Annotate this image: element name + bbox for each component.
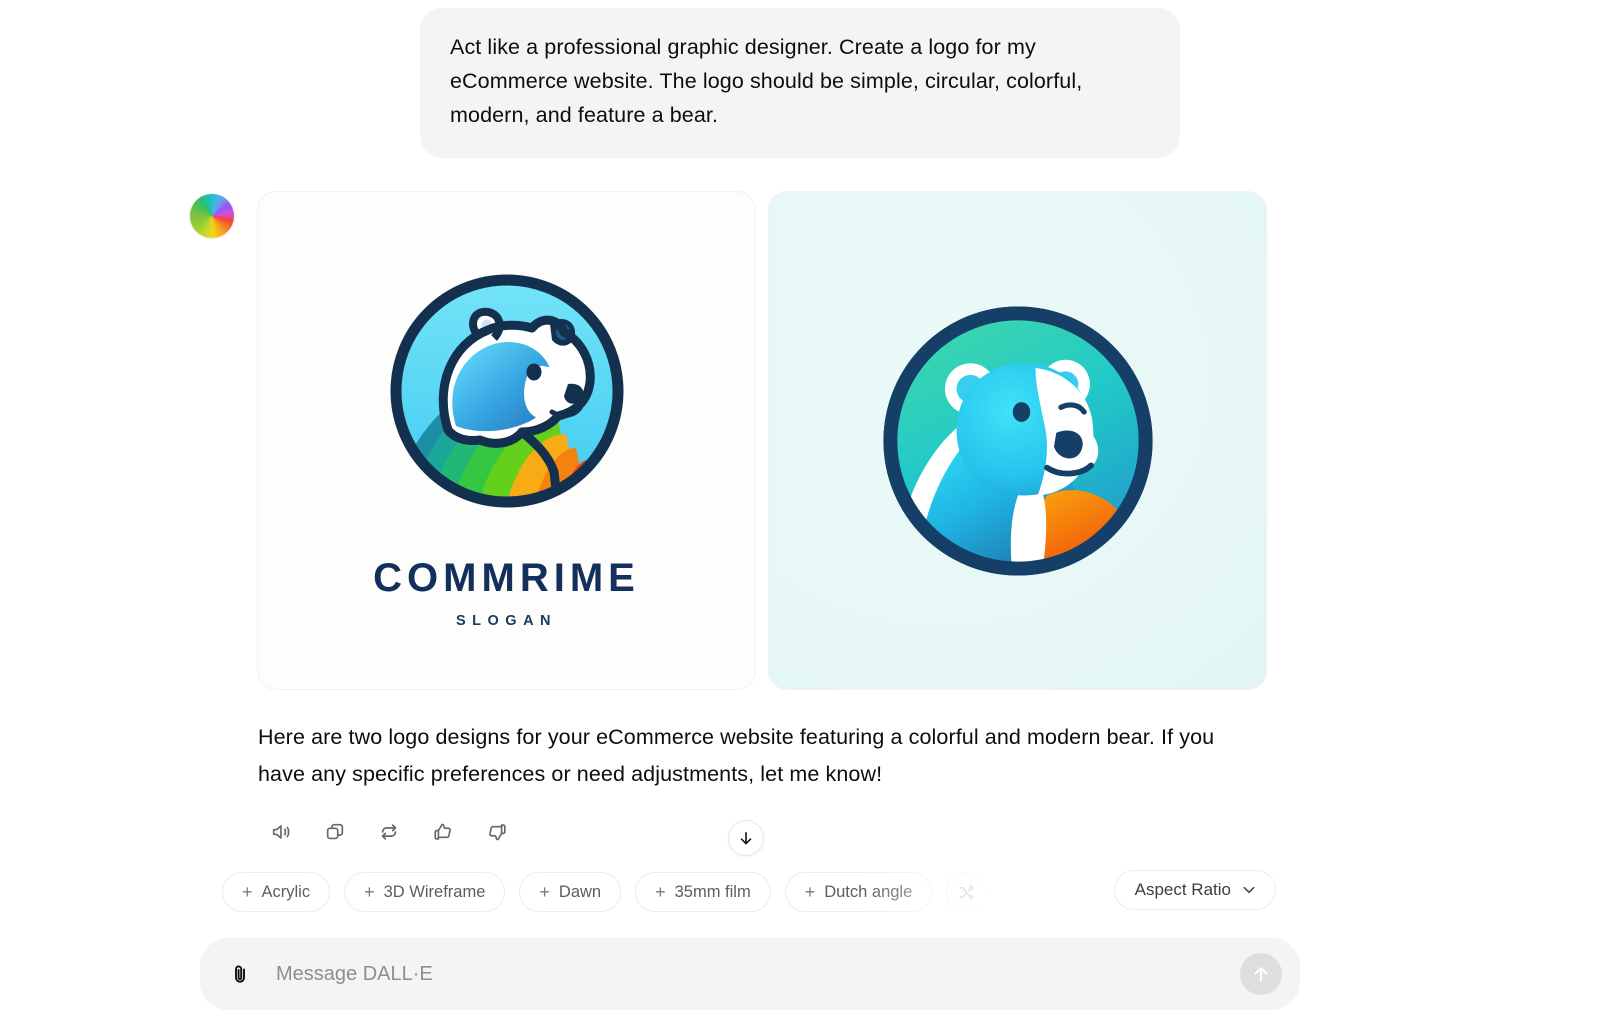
style-chip-dutch-angle[interactable]: + Dutch angle [784, 872, 933, 912]
dalle-color-wheel-icon [190, 194, 234, 238]
generated-image-grid: COMMRIME SLOGAN [258, 192, 1310, 689]
logo-brand-text: COMMRIME [373, 556, 640, 600]
bear-rainbow-logo-icon [390, 274, 623, 508]
user-message-row: Act like a professional graphic designer… [0, 0, 1600, 158]
style-chip-bar: + Acrylic + 3D Wireframe + Dawn + 35mm f… [190, 870, 1310, 914]
aspect-ratio-dropdown[interactable]: Aspect Ratio [1113, 870, 1276, 910]
thumbs-down-button[interactable] [480, 815, 514, 849]
copy-button[interactable] [318, 815, 352, 849]
shuffle-icon [959, 884, 974, 900]
style-chip-label: 3D Wireframe [383, 882, 486, 901]
refresh-icon [381, 824, 397, 840]
message-action-bar [258, 815, 1310, 849]
attach-file-button[interactable] [220, 954, 260, 994]
speaker-icon [272, 825, 290, 839]
scroll-to-bottom-button[interactable] [728, 820, 764, 856]
arrow-down-icon [740, 831, 752, 845]
paperclip-icon [235, 965, 245, 983]
style-chip-scroller[interactable]: + Acrylic + 3D Wireframe + Dawn + 35mm f… [222, 870, 1032, 914]
style-chip-hidden[interactable]: + [1000, 872, 1032, 912]
assistant-message-row: COMMRIME SLOGAN Here are two logo design… [190, 192, 1310, 849]
thumbs-up-icon [434, 823, 451, 840]
style-chip-acrylic[interactable]: + Acrylic [222, 872, 331, 912]
send-message-button[interactable] [1240, 953, 1282, 995]
plus-icon: + [242, 882, 253, 902]
style-chip-label: Acrylic [261, 882, 311, 901]
regenerate-button[interactable] [372, 815, 406, 849]
generated-image-1[interactable]: COMMRIME SLOGAN [258, 192, 755, 689]
generated-image-2[interactable] [769, 192, 1266, 689]
logo-1-artwork: COMMRIME SLOGAN [258, 192, 755, 689]
plus-icon: + [1020, 882, 1031, 902]
dalle-chat-screen: Act like a professional graphic designer… [0, 0, 1600, 1022]
message-input[interactable] [260, 962, 1240, 986]
plus-icon: + [655, 882, 666, 902]
user-message-bubble: Act like a professional graphic designer… [420, 8, 1180, 158]
plus-icon: + [804, 882, 816, 902]
read-aloud-button[interactable] [264, 815, 298, 849]
style-chip-dawn[interactable]: + Dawn [519, 872, 622, 912]
style-chip-35mm-film[interactable]: + 35mm film [635, 872, 771, 912]
copy-icon [326, 823, 344, 840]
plus-icon: + [364, 882, 375, 902]
aspect-ratio-label: Aspect Ratio [1134, 880, 1231, 899]
arrow-up-icon [1254, 967, 1268, 982]
polar-bear-logo-icon [882, 305, 1153, 576]
logo-2-artwork [769, 192, 1266, 689]
message-composer [200, 938, 1300, 1010]
style-chip-3d-wireframe[interactable]: + 3D Wireframe [344, 872, 506, 912]
style-chip-label: Dawn [558, 882, 602, 901]
assistant-content: COMMRIME SLOGAN Here are two logo design… [258, 192, 1310, 849]
style-chip-label: Dutch angle [824, 882, 913, 901]
thumbs-up-button[interactable] [426, 815, 460, 849]
shuffle-styles-button[interactable] [946, 872, 987, 912]
logo-slogan-text: SLOGAN [455, 613, 558, 629]
plus-icon: + [539, 882, 550, 902]
thumbs-down-icon [489, 824, 506, 841]
chevron-down-icon [1243, 886, 1255, 894]
assistant-message-text: Here are two logo designs for your eComm… [258, 725, 1215, 786]
style-chip-label: 35mm film [674, 882, 751, 901]
